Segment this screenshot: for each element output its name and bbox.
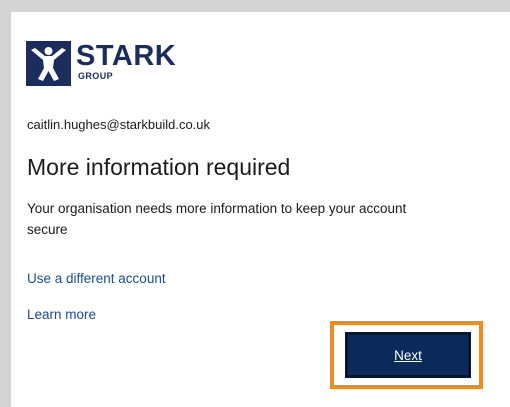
logo-sub: GROUP	[78, 71, 114, 81]
next-button[interactable]: Next	[345, 332, 471, 378]
learn-more-link[interactable]: Learn more	[27, 307, 96, 322]
stark-figure-icon	[26, 41, 71, 86]
page-description: Your organisation needs more information…	[27, 201, 407, 237]
stark-group-logo: STARK GROUP	[26, 41, 176, 86]
logo-wordmark: STARK GROUP	[76, 41, 176, 81]
page-title: More information required	[27, 154, 291, 180]
account-email: caitlin.hughes@starkbuild.co.uk	[27, 117, 211, 132]
logo-name: STARK	[76, 40, 177, 72]
use-different-account-link[interactable]: Use a different account	[27, 271, 166, 286]
sign-in-card: STARK GROUP caitlin.hughes@starkbuild.co…	[11, 12, 510, 407]
